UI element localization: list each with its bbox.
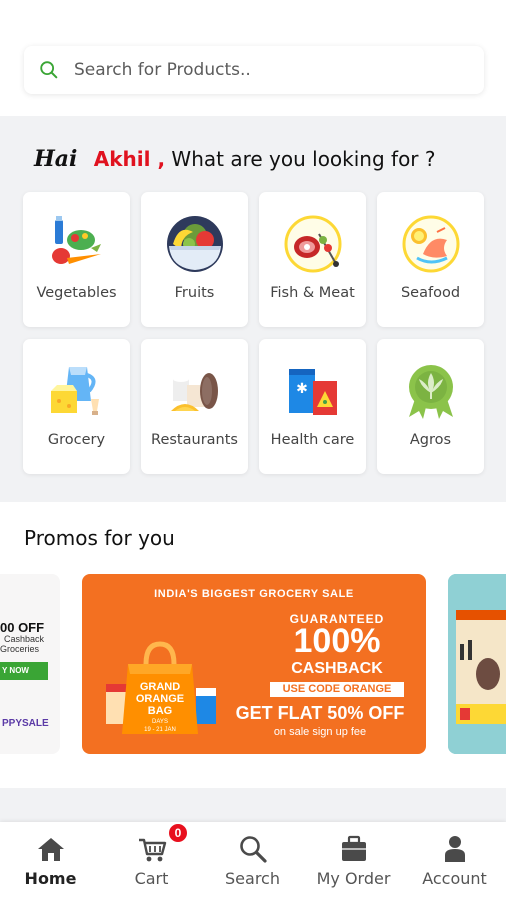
promo-banner-next[interactable] <box>448 574 506 754</box>
category-label: Agros <box>409 432 452 448</box>
briefcase-icon <box>342 835 366 861</box>
search-input[interactable] <box>74 60 454 80</box>
cart-count-badge: 0 <box>167 822 189 844</box>
promos-title: Promos for you <box>24 526 175 550</box>
user-icon <box>445 836 465 862</box>
promo-headline: INDIA'S BIGGEST GROCERY SALE <box>154 588 354 600</box>
header-area <box>0 0 506 116</box>
promo-code: USE CODE ORANGE <box>270 682 404 697</box>
nav-label: Account <box>422 869 487 888</box>
category-label: Restaurants <box>151 432 238 448</box>
nav-cart[interactable]: 0 Cart <box>101 822 202 900</box>
promo-left-offer: 00 OFF <box>0 620 45 635</box>
category-grid: Vegetables Fruits Fish & Meat Seafood Gr… <box>23 192 485 474</box>
promo-banner-main[interactable]: INDIA'S BIGGEST GROCERY SALE GRAND ORANG… <box>82 574 426 754</box>
category-fruits[interactable]: Fruits <box>141 192 248 327</box>
promos-section: Promos for you 00 OFF Cashback Groceries… <box>0 502 506 788</box>
promo-cashback: CASHBACK <box>291 660 383 677</box>
category-fish-meat[interactable]: Fish & Meat <box>259 192 366 327</box>
shopping-bag-icon: GRAND ORANGE BAG DAYS 19 - 21 JAN <box>106 641 216 734</box>
search-icon <box>40 61 58 79</box>
agros-icon <box>409 365 453 419</box>
category-vegetables[interactable]: Vegetables <box>23 192 130 327</box>
home-icon <box>38 838 64 861</box>
promo-percent: 100% <box>293 622 381 660</box>
search-icon <box>240 836 267 863</box>
fruits-icon <box>167 216 223 272</box>
search-bar[interactable] <box>24 46 484 94</box>
grocery-icon <box>51 367 99 415</box>
bottom-navigation: Home 0 Cart Search My Order Account <box>0 822 506 900</box>
promo-left-line2: Groceries <box>0 644 40 654</box>
svg-text:BAG: BAG <box>148 705 172 717</box>
category-restaurants[interactable]: Restaurants <box>141 339 248 474</box>
category-label: Grocery <box>47 432 106 448</box>
svg-text:ORANGE: ORANGE <box>136 693 184 705</box>
cart-icon <box>139 838 167 862</box>
svg-text:19 - 21 JAN: 19 - 21 JAN <box>144 727 176 733</box>
greeting-prompt: What are you looking for ? <box>171 147 436 171</box>
vegetables-icon <box>52 216 101 264</box>
category-label: Health care <box>270 432 355 448</box>
greeting: Hai Akhil , What are you looking for ? <box>34 146 436 172</box>
nav-label: Search <box>225 869 280 888</box>
svg-text:DAYS: DAYS <box>152 719 168 725</box>
category-agros[interactable]: Agros <box>377 339 484 474</box>
promo-left-button: Y NOW <box>0 662 48 680</box>
nav-label: Home <box>24 869 77 888</box>
promo-left-line1: Cashback <box>4 634 45 644</box>
promo-banner-previous[interactable]: 00 OFF Cashback Groceries Y NOW PPYSALE <box>0 574 60 754</box>
nav-account[interactable]: Account <box>404 822 505 900</box>
greeting-hai: Hai <box>34 146 78 172</box>
category-label: Vegetables <box>36 285 117 301</box>
promo-flat-off: GET FLAT 50% OFF <box>235 703 405 723</box>
svg-text:GRAND: GRAND <box>140 681 180 693</box>
nav-search[interactable]: Search <box>202 822 303 900</box>
nav-label: My Order <box>316 869 391 888</box>
category-seafood[interactable]: Seafood <box>377 192 484 327</box>
fish-meat-icon <box>284 215 342 273</box>
restaurants-icon <box>171 373 218 411</box>
greeting-user-name: Akhil , <box>93 147 166 171</box>
category-label: Seafood <box>400 285 461 301</box>
promo-fee-note: on sale sign up fee <box>273 726 367 738</box>
store-illustration-icon <box>448 574 506 754</box>
category-grocery[interactable]: Grocery <box>23 339 130 474</box>
svg-text:✱: ✱ <box>296 381 308 397</box>
nav-home[interactable]: Home <box>0 822 101 900</box>
promo-left-brand: PPYSALE <box>2 718 49 729</box>
category-label: Fruits <box>174 285 215 301</box>
seafood-icon <box>402 215 460 273</box>
nav-my-order[interactable]: My Order <box>303 822 404 900</box>
category-health-care[interactable]: ✱ Health care <box>259 339 366 474</box>
nav-label: Cart <box>134 869 169 888</box>
category-label: Fish & Meat <box>270 285 355 301</box>
health-care-icon: ✱ <box>289 369 337 415</box>
